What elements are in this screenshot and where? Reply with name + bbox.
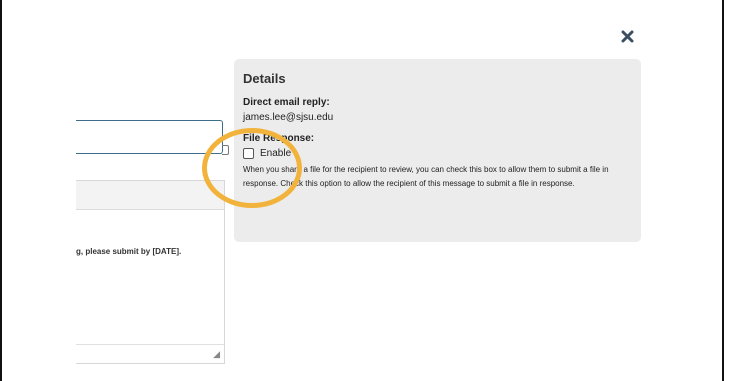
window-border-right xyxy=(722,0,724,381)
window-border-left xyxy=(0,0,2,381)
editor-statusbar: ◢ xyxy=(76,344,224,363)
direct-email-label: Direct email reply: xyxy=(243,97,330,108)
message-editor[interactable]: g, please submit by [DATE]. ◢ xyxy=(76,180,225,364)
details-heading: Details xyxy=(243,71,286,86)
direct-email-value: james.lee@sjsu.edu xyxy=(243,112,334,123)
details-panel: Details Direct email reply: james.lee@sj… xyxy=(234,59,641,242)
close-icon xyxy=(621,30,633,42)
subject-input[interactable] xyxy=(76,120,223,154)
enable-label[interactable]: Enable xyxy=(260,148,291,159)
enable-row[interactable]: Enable xyxy=(243,148,632,159)
enable-checkbox[interactable] xyxy=(243,148,254,159)
file-response-help-text: When you share a file for the recipient … xyxy=(243,165,609,188)
editor-toolbar xyxy=(76,181,224,210)
file-response-label: File Response: xyxy=(243,133,315,144)
resize-handle-icon[interactable]: ◢ xyxy=(213,350,220,359)
close-button[interactable] xyxy=(617,26,637,46)
editor-body-text: g, please submit by [DATE]. xyxy=(76,247,182,256)
input-edge-handle xyxy=(222,145,229,155)
